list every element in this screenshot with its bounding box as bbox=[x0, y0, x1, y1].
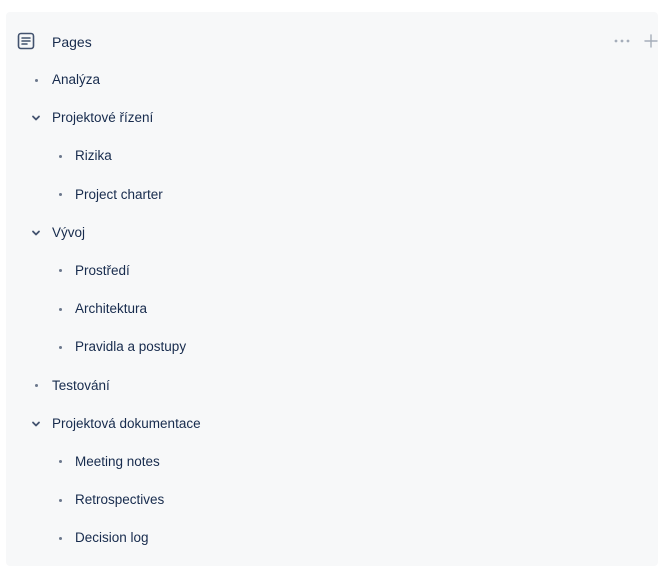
tree-item[interactable]: Projektové řízení bbox=[6, 108, 658, 146]
chevron-down-icon[interactable] bbox=[30, 109, 42, 127]
bullet-icon bbox=[54, 529, 66, 547]
tree-item[interactable]: Architektura bbox=[6, 299, 658, 337]
tree-item-label[interactable]: Meeting notes bbox=[75, 453, 160, 471]
bullet-icon bbox=[30, 71, 42, 89]
bullet-icon bbox=[30, 377, 42, 395]
tree-item-label[interactable]: Vývoj bbox=[52, 224, 85, 242]
tree-item[interactable]: Prostředí bbox=[6, 261, 658, 299]
tree-item-label[interactable]: Pravidla a postupy bbox=[75, 338, 186, 356]
more-horizontal-icon[interactable] bbox=[613, 32, 633, 50]
tree-item[interactable]: Analýza bbox=[6, 70, 658, 108]
tree-item[interactable]: Meeting notes bbox=[6, 452, 658, 490]
bullet-icon bbox=[54, 491, 66, 509]
tree-item-label[interactable]: Retrospectives bbox=[75, 491, 164, 509]
chevron-down-icon[interactable] bbox=[30, 224, 42, 242]
tree-item-label[interactable]: Testování bbox=[52, 377, 110, 395]
tree-item-label[interactable]: Prostředí bbox=[75, 262, 130, 280]
tree-item-label[interactable]: Decision log bbox=[75, 529, 149, 547]
bullet-icon bbox=[54, 262, 66, 280]
tree-item[interactable]: Rizika bbox=[6, 146, 658, 184]
plus-icon[interactable] bbox=[644, 32, 658, 50]
tree-item[interactable]: Decision log bbox=[6, 528, 658, 566]
bullet-icon bbox=[54, 186, 66, 204]
tree-item[interactable]: Retrospectives bbox=[6, 490, 658, 528]
tree-item[interactable]: Project charter bbox=[6, 185, 658, 223]
tree-item-label[interactable]: Analýza bbox=[52, 71, 100, 89]
bullet-icon bbox=[54, 453, 66, 471]
tree-item[interactable]: Projektová dokumentace bbox=[6, 414, 658, 452]
tree-item-label[interactable]: Projektová dokumentace bbox=[52, 415, 201, 433]
bullet-icon bbox=[54, 300, 66, 318]
tree-item-label[interactable]: Architektura bbox=[75, 300, 147, 318]
tree-item[interactable]: Testování bbox=[6, 376, 658, 414]
page-title[interactable]: Pages bbox=[52, 33, 92, 51]
tree-item[interactable]: Pravidla a postupy bbox=[6, 337, 658, 375]
pages-header[interactable]: Pages bbox=[6, 31, 658, 53]
tree-item-label[interactable]: Projektové řízení bbox=[52, 109, 153, 127]
bullet-icon bbox=[54, 338, 66, 356]
tree-item-label[interactable]: Project charter bbox=[75, 186, 163, 204]
bullet-icon bbox=[54, 147, 66, 165]
tree-item-label[interactable]: Rizika bbox=[75, 147, 112, 165]
tree-item[interactable]: Vývoj bbox=[6, 223, 658, 261]
document-icon bbox=[17, 32, 35, 50]
chevron-down-icon[interactable] bbox=[30, 415, 42, 433]
page-tree: Analýza Projektové řízení Rizika Project… bbox=[6, 70, 658, 566]
pages-panel: Pages Analýza Projektové řízení Rizika P… bbox=[6, 12, 658, 566]
